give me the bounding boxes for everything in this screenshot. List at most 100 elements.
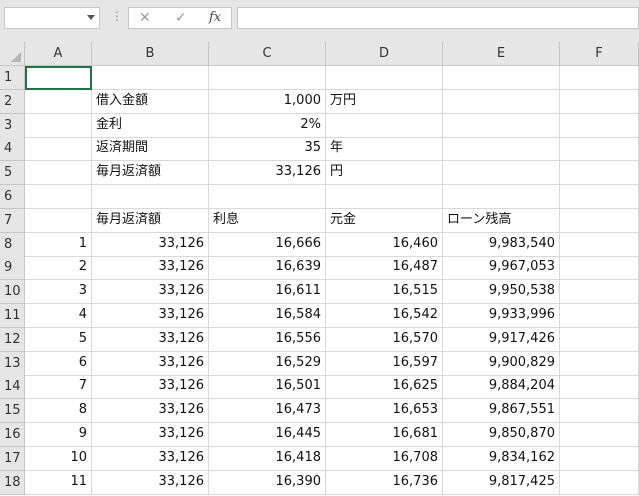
cell-e4[interactable] [443,137,560,162]
cell-d2[interactable]: 万円 [326,89,443,114]
row-header[interactable]: 8 [0,232,25,257]
cell-e14[interactable]: 9,884,204 [443,375,560,400]
cell-f4[interactable] [560,137,639,162]
cell-a11[interactable]: 4 [25,304,92,328]
cell-e9[interactable]: 9,967,053 [443,256,560,281]
cell-b14[interactable]: 33,126 [92,375,209,400]
cell-a8[interactable]: 1 [25,232,92,257]
cell-c8[interactable]: 16,666 [209,232,326,257]
cell-d6[interactable] [326,185,443,209]
row-header[interactable]: 7 [0,208,25,233]
drag-handle-icon[interactable]: ⋮ [111,10,123,22]
cell-b11[interactable]: 33,126 [92,304,209,328]
cell-a2[interactable] [25,89,92,114]
cell-c2[interactable]: 1,000 [209,89,326,114]
cell-d13[interactable]: 16,597 [326,351,443,376]
cell-a3[interactable] [25,113,92,138]
cell-c17[interactable]: 16,418 [209,446,326,471]
cell-b15[interactable]: 33,126 [92,399,209,424]
cell-c13[interactable]: 16,529 [209,351,326,376]
cell-e2[interactable] [443,89,560,114]
cell-d10[interactable]: 16,515 [326,280,443,305]
cell-d16[interactable]: 16,681 [326,423,443,447]
cell-f8[interactable] [560,232,639,257]
cell-a4[interactable] [25,137,92,162]
cell-f3[interactable] [560,113,639,138]
row-header[interactable]: 6 [0,185,25,209]
cell-b17[interactable]: 33,126 [92,446,209,471]
cell-e1[interactable] [443,66,560,90]
row-header[interactable]: 1 [0,66,25,90]
cell-e11[interactable]: 9,933,996 [443,304,560,328]
cell-f18[interactable] [560,470,639,495]
cell-d18[interactable]: 16,736 [326,470,443,495]
cell-a12[interactable]: 5 [25,327,92,352]
row-header[interactable]: 16 [0,423,25,447]
cell-d1[interactable] [326,66,443,90]
cell-a10[interactable]: 3 [25,280,92,305]
cell-c10[interactable]: 16,611 [209,280,326,305]
cell-b5[interactable]: 毎月返済額 [92,161,209,186]
cell-f6[interactable] [560,185,639,209]
cell-c14[interactable]: 16,501 [209,375,326,400]
cell-f5[interactable] [560,161,639,186]
cell-a9[interactable]: 2 [25,256,92,281]
cell-c11[interactable]: 16,584 [209,304,326,328]
cell-d15[interactable]: 16,653 [326,399,443,424]
cell-c7[interactable]: 利息 [209,208,326,233]
cell-c9[interactable]: 16,639 [209,256,326,281]
column-header-f[interactable]: F [560,42,639,66]
check-icon[interactable]: ✓ [175,10,187,26]
row-header[interactable]: 9 [0,256,25,281]
name-box[interactable] [4,7,100,29]
cell-b12[interactable]: 33,126 [92,327,209,352]
cell-c3[interactable]: 2% [209,113,326,138]
row-header[interactable]: 5 [0,161,25,186]
row-header[interactable]: 13 [0,351,25,376]
cell-b2[interactable]: 借入金額 [92,89,209,114]
chevron-down-icon[interactable] [87,15,95,20]
cell-f16[interactable] [560,423,639,447]
column-header-b[interactable]: B [92,42,209,66]
cell-c5[interactable]: 33,126 [209,161,326,186]
cell-d3[interactable] [326,113,443,138]
cell-b18[interactable]: 33,126 [92,470,209,495]
cell-c12[interactable]: 16,556 [209,327,326,352]
cell-f14[interactable] [560,375,639,400]
cell-b8[interactable]: 33,126 [92,232,209,257]
cell-c1[interactable] [209,66,326,90]
cell-f11[interactable] [560,304,639,328]
column-header-e[interactable]: E [443,42,560,66]
cell-e7[interactable]: ローン残高 [443,208,560,233]
cell-e13[interactable]: 9,900,829 [443,351,560,376]
cell-b4[interactable]: 返済期間 [92,137,209,162]
cell-a18[interactable]: 11 [25,470,92,495]
cell-c18[interactable]: 16,390 [209,470,326,495]
select-all-corner[interactable] [0,42,25,66]
cell-a5[interactable] [25,161,92,186]
insert-function-icon[interactable]: fx [209,10,221,25]
cell-b3[interactable]: 金利 [92,113,209,138]
cell-b10[interactable]: 33,126 [92,280,209,305]
cell-e16[interactable]: 9,850,870 [443,423,560,447]
cancel-x-icon[interactable]: ✕ [139,10,151,26]
cell-a6[interactable] [25,185,92,209]
cell-b16[interactable]: 33,126 [92,423,209,447]
cell-d11[interactable]: 16,542 [326,304,443,328]
cell-b6[interactable] [92,185,209,209]
cell-d14[interactable]: 16,625 [326,375,443,400]
row-header[interactable]: 14 [0,375,25,400]
row-header[interactable]: 18 [0,470,25,495]
cell-f12[interactable] [560,327,639,352]
column-header-d[interactable]: D [326,42,443,66]
cell-e18[interactable]: 9,817,425 [443,470,560,495]
cell-d12[interactable]: 16,570 [326,327,443,352]
cell-f2[interactable] [560,89,639,114]
cell-f9[interactable] [560,256,639,281]
cell-a1[interactable] [25,66,92,90]
cell-e5[interactable] [443,161,560,186]
cell-d5[interactable]: 円 [326,161,443,186]
cell-e15[interactable]: 9,867,551 [443,399,560,424]
row-header[interactable]: 11 [0,304,25,328]
cell-a16[interactable]: 9 [25,423,92,447]
